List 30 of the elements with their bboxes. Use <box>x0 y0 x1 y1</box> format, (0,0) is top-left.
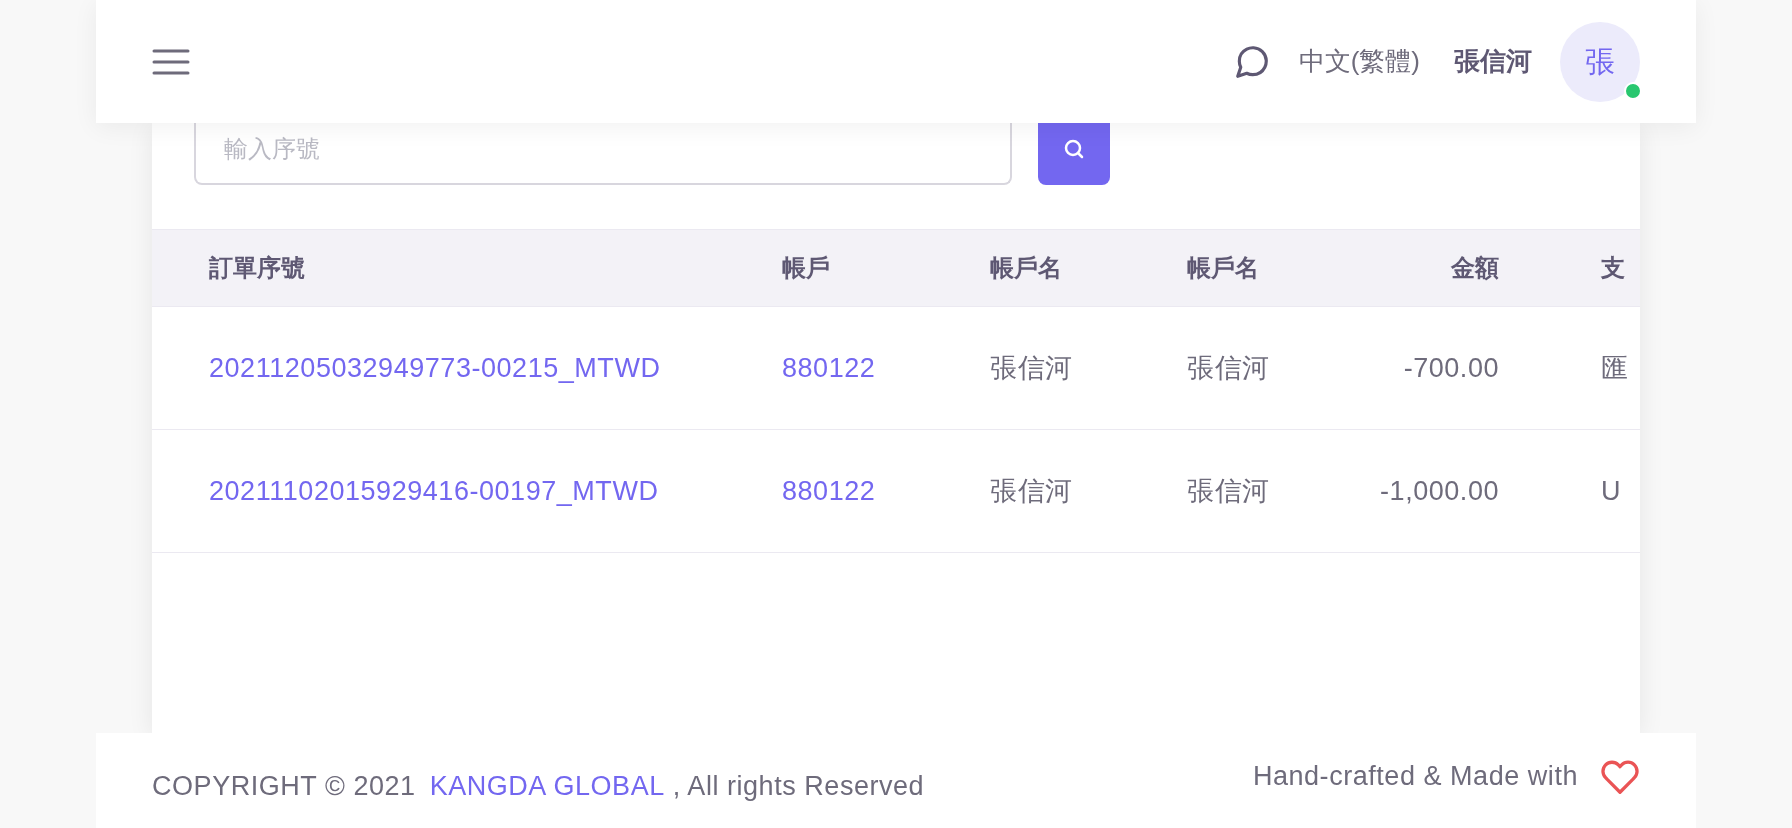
column-header: 帳戶 <box>782 253 830 283</box>
search-icon <box>1062 137 1086 161</box>
table-cell-text: 張信河 <box>990 474 1073 508</box>
column-header: 支 <box>1601 253 1625 283</box>
user-avatar[interactable]: 張 <box>1560 21 1640 102</box>
search-button[interactable] <box>1038 123 1110 185</box>
made-with-text: Hand-crafted & Made with <box>1252 760 1578 794</box>
table-cell-text: 張信河 <box>1187 474 1270 508</box>
column-header: 帳戶名 <box>1187 253 1259 283</box>
heart-icon <box>1600 758 1640 795</box>
table-link[interactable]: 20211102015929416-00197_MTWD <box>209 470 659 512</box>
column-header: 金額 <box>1451 253 1499 283</box>
company-link[interactable]: KANGDA GLOBAL <box>429 766 665 807</box>
column-header: 帳戶名 <box>990 253 1062 283</box>
table-cell-text: -700.00 <box>1403 351 1499 385</box>
table-cell-text: 張信河 <box>1187 351 1270 385</box>
table-cell-text: 匯 <box>1601 351 1629 385</box>
rights-text: , All rights Reserved <box>672 770 925 804</box>
table-link[interactable]: 880122 <box>782 470 876 512</box>
user-name: 張信河 <box>1454 45 1532 78</box>
menu-icon[interactable] <box>152 47 190 76</box>
serial-search-field[interactable]: 輸入序號 <box>194 123 1012 185</box>
table-link[interactable]: 20211205032949773-00215_MTWD <box>209 347 661 389</box>
copyright-text: COPYRIGHT © 2021 <box>152 770 416 804</box>
table-cell-text: -1,000.00 <box>1380 474 1499 508</box>
table-cell-text: 張信河 <box>990 351 1073 385</box>
table-cell-text: U <box>1601 474 1622 508</box>
table-link[interactable]: 880122 <box>782 347 876 389</box>
language-selector[interactable]: 中文(繁體) <box>1298 42 1420 81</box>
column-header: 訂單序號 <box>209 253 305 283</box>
